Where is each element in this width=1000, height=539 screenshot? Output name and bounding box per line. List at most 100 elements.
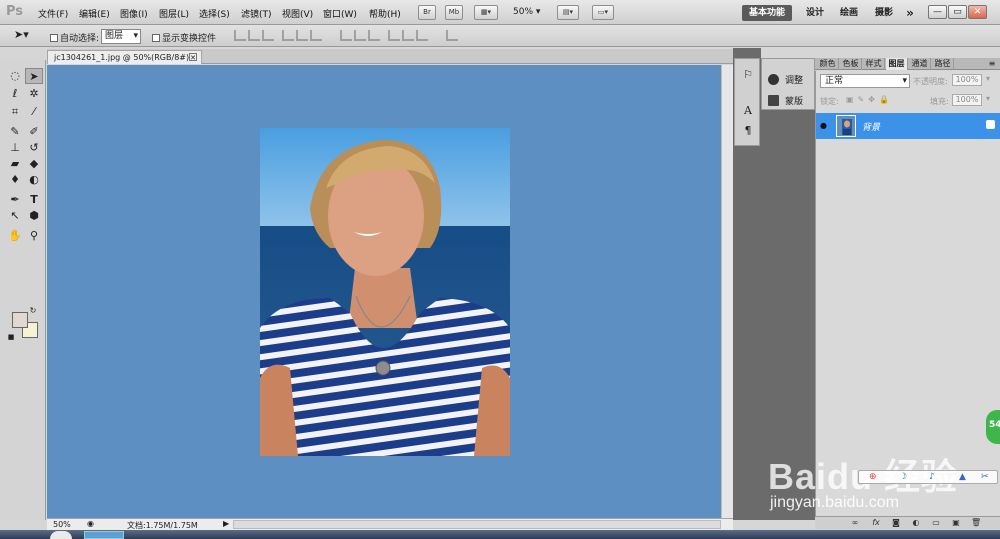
brush-tool-icon[interactable]: ✐ (25, 124, 43, 140)
align-hcenter-icon[interactable] (296, 30, 308, 41)
panel-menu-icon[interactable]: ≡ (986, 58, 998, 70)
tab-layers[interactable]: 图层 (886, 58, 908, 70)
menu-layer[interactable]: 图层(L) (159, 7, 189, 20)
close-icon[interactable]: ✕ (189, 53, 197, 62)
layer-style-icon[interactable]: fx (871, 518, 881, 528)
healing-brush-tool-icon[interactable]: ✎ (6, 124, 24, 140)
distribute-vcenter-icon[interactable] (354, 30, 366, 41)
tab-channels[interactable]: 通道 (909, 58, 931, 70)
distribute-top-icon[interactable] (340, 30, 352, 41)
close-button[interactable]: ✕ (968, 5, 987, 19)
lock-options-icons[interactable]: ▣✎✥🔒 (846, 95, 893, 104)
distribute-left-icon[interactable] (388, 30, 400, 41)
type-tool-icon[interactable]: T (25, 192, 43, 208)
show-transform-checkbox[interactable]: 显示变换控件 (152, 31, 216, 44)
blur-tool-icon[interactable]: ♦ (6, 172, 24, 188)
menu-select[interactable]: 选择(S) (199, 7, 230, 20)
mic-icon[interactable]: ♪ (929, 472, 935, 482)
move-tool-icon[interactable]: ➤ (25, 68, 43, 84)
foreground-color-swatch[interactable] (12, 312, 28, 328)
workspace-design[interactable]: 设计 (800, 5, 830, 21)
menu-help[interactable]: 帮助(H) (369, 7, 401, 20)
arrange-documents-button[interactable]: ▤▾ (557, 5, 579, 20)
distribute-bottom-icon[interactable] (368, 30, 380, 41)
tab-paths[interactable]: 路径 (932, 58, 954, 70)
path-select-tool-icon[interactable]: ↖ (6, 208, 24, 224)
layer-row-background[interactable]: ● 背景 (816, 113, 1000, 139)
align-vcenter-icon[interactable] (248, 30, 260, 41)
align-top-icon[interactable] (234, 30, 246, 41)
add-mask-icon[interactable]: ◙ (891, 518, 901, 528)
horizontal-scrollbar[interactable] (233, 520, 721, 529)
minimize-button[interactable]: — (928, 5, 947, 19)
shirt-icon[interactable]: ▲ (959, 472, 966, 482)
zoom-level-select[interactable]: 50% ▾ (513, 7, 540, 17)
status-menu-arrow-icon[interactable]: ▶ (223, 519, 229, 528)
vertical-scrollbar[interactable] (721, 65, 733, 518)
menu-image[interactable]: 图像(I) (120, 7, 148, 20)
start-orb-icon[interactable] (50, 531, 72, 539)
eraser-tool-icon[interactable]: ▰ (6, 156, 24, 172)
menu-window[interactable]: 窗口(W) (323, 7, 357, 20)
distribute-right-icon[interactable] (416, 30, 428, 41)
adjustment-layer-icon[interactable]: ◐ (911, 518, 921, 528)
more-workspaces-button[interactable]: » (902, 5, 918, 21)
masks-panel-button[interactable]: 蒙版 (768, 94, 803, 107)
paint-bucket-tool-icon[interactable]: ◆ (25, 156, 43, 172)
tool-presets-icon[interactable]: ⚐ (740, 67, 756, 83)
workspace-photography[interactable]: 摄影 (869, 5, 899, 21)
clone-stamp-tool-icon[interactable]: ⊥ (6, 140, 24, 156)
tab-styles[interactable]: 样式 (863, 58, 885, 70)
menu-edit[interactable]: 编辑(E) (79, 7, 110, 20)
pen-tool-icon[interactable]: ✒ (6, 192, 24, 208)
status-zoom[interactable]: 50% (53, 520, 71, 529)
adjustments-panel-button[interactable]: 调整 (768, 73, 803, 86)
restore-button[interactable]: ▭ (948, 5, 967, 19)
workspace-painting[interactable]: 绘画 (834, 5, 864, 21)
tab-color[interactable]: 颜色 (817, 58, 839, 70)
paragraph-panel-icon[interactable]: ¶ (740, 123, 756, 139)
zoom-tool-icon[interactable]: ⚲ (25, 228, 43, 244)
menu-filter[interactable]: 滤镜(T) (241, 7, 272, 20)
link-layers-icon[interactable]: ∞ (850, 518, 860, 528)
mini-bridge-button[interactable]: Mb (445, 5, 463, 20)
swap-colors-icon[interactable]: ↻ (28, 306, 38, 316)
menu-view[interactable]: 视图(V) (282, 7, 313, 20)
quick-select-tool-icon[interactable]: ✲ (25, 86, 43, 102)
move-tool-preset-icon[interactable]: ➤▾ (14, 28, 29, 41)
lasso-tool-icon[interactable]: ℓ (6, 86, 24, 102)
menu-file[interactable]: 文件(F) (38, 7, 68, 20)
character-panel-icon[interactable]: A (740, 103, 756, 119)
status-info-icon[interactable]: ◉ (87, 519, 94, 528)
crop-tool-icon[interactable]: ⌗ (6, 104, 24, 120)
moon-icon[interactable]: ☽ (899, 472, 907, 482)
bridge-button[interactable]: Br (418, 5, 436, 20)
auto-select-target-select[interactable]: 图层 ▾ (101, 29, 141, 44)
align-left-icon[interactable] (282, 30, 294, 41)
align-bottom-icon[interactable] (262, 30, 274, 41)
new-layer-icon[interactable]: ▣ (951, 518, 961, 528)
auto-select-checkbox[interactable]: 自动选择: (50, 31, 99, 44)
layer-name[interactable]: 背景 (862, 120, 880, 133)
share-icon[interactable]: ⊕ (869, 472, 877, 482)
new-group-icon[interactable]: ▭ (931, 518, 941, 528)
fill-input[interactable]: 100% (952, 94, 982, 106)
default-colors-icon[interactable]: ■ (6, 332, 16, 342)
workspace-essentials[interactable]: 基本功能 (742, 5, 792, 21)
opacity-input[interactable]: 100% (952, 74, 982, 86)
taskbar-app-button[interactable] (84, 531, 124, 539)
wrench-icon[interactable]: ✂ (981, 472, 989, 482)
hand-tool-icon[interactable]: ✋ (6, 228, 24, 244)
tab-swatches[interactable]: 色板 (840, 58, 862, 70)
chevron-down-icon[interactable]: ▾ (986, 74, 990, 83)
chevron-down-icon[interactable]: ▾ (986, 94, 990, 103)
history-brush-tool-icon[interactable]: ↺ (25, 140, 43, 156)
shape-tool-icon[interactable]: ⬢ (25, 208, 43, 224)
view-extras-button[interactable]: ▦▾ (474, 5, 498, 20)
align-right-icon[interactable] (310, 30, 322, 41)
distribute-hcenter-icon[interactable] (402, 30, 414, 41)
auto-align-icon[interactable] (446, 30, 458, 41)
delete-layer-icon[interactable]: 🗑 (971, 518, 981, 528)
marquee-tool-icon[interactable]: ◌ (6, 68, 24, 84)
eye-icon[interactable]: ● (820, 121, 830, 130)
